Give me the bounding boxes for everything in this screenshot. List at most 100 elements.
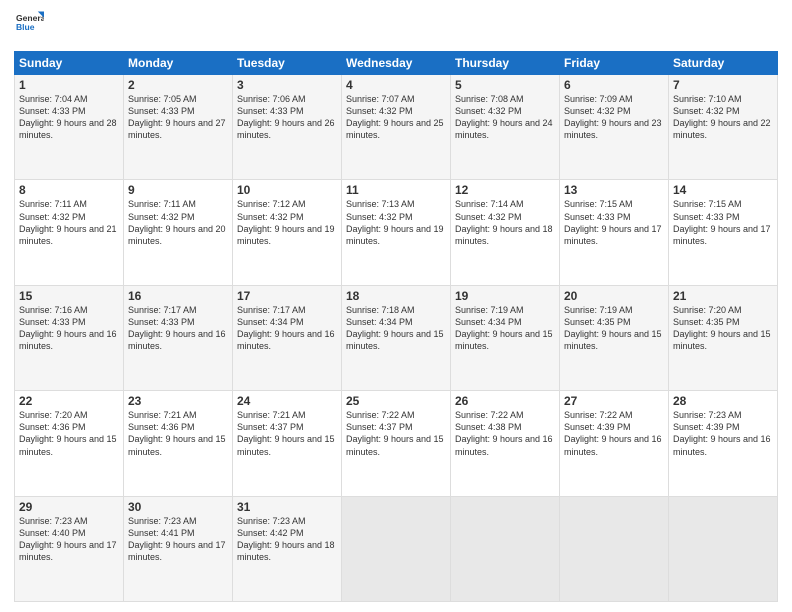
day-number: 4 — [346, 78, 446, 92]
day-info: Sunrise: 7:08 AMSunset: 4:32 PMDaylight:… — [455, 94, 553, 140]
day-number: 12 — [455, 183, 555, 197]
day-number: 22 — [19, 394, 119, 408]
day-info: Sunrise: 7:18 AMSunset: 4:34 PMDaylight:… — [346, 305, 444, 351]
day-number: 2 — [128, 78, 228, 92]
day-number: 23 — [128, 394, 228, 408]
day-header-monday: Monday — [124, 52, 233, 75]
day-info: Sunrise: 7:15 AMSunset: 4:33 PMDaylight:… — [564, 199, 662, 245]
calendar-day: 22 Sunrise: 7:20 AMSunset: 4:36 PMDayligh… — [15, 391, 124, 496]
day-number: 29 — [19, 500, 119, 514]
day-number: 1 — [19, 78, 119, 92]
day-number: 24 — [237, 394, 337, 408]
day-info: Sunrise: 7:10 AMSunset: 4:32 PMDaylight:… — [673, 94, 771, 140]
day-info: Sunrise: 7:12 AMSunset: 4:32 PMDaylight:… — [237, 199, 335, 245]
day-info: Sunrise: 7:19 AMSunset: 4:35 PMDaylight:… — [564, 305, 662, 351]
day-number: 19 — [455, 289, 555, 303]
day-info: Sunrise: 7:07 AMSunset: 4:32 PMDaylight:… — [346, 94, 444, 140]
calendar-day: 11 Sunrise: 7:13 AMSunset: 4:32 PMDayligh… — [342, 180, 451, 285]
day-number: 11 — [346, 183, 446, 197]
day-info: Sunrise: 7:09 AMSunset: 4:32 PMDaylight:… — [564, 94, 662, 140]
day-header-sunday: Sunday — [15, 52, 124, 75]
calendar-day — [451, 496, 560, 601]
calendar-day: 12 Sunrise: 7:14 AMSunset: 4:32 PMDayligh… — [451, 180, 560, 285]
calendar-day: 20 Sunrise: 7:19 AMSunset: 4:35 PMDayligh… — [560, 285, 669, 390]
calendar-day: 15Sunrise: 7:16 AMSunset: 4:33 PMDayligh… — [15, 285, 124, 390]
day-header-friday: Friday — [560, 52, 669, 75]
calendar-day: 9Sunrise: 7:11 AMSunset: 4:32 PMDaylight… — [124, 180, 233, 285]
calendar-week-1: 1 Sunrise: 7:04 AMSunset: 4:33 PMDaylight… — [15, 75, 778, 180]
day-info: Sunrise: 7:14 AMSunset: 4:32 PMDaylight:… — [455, 199, 553, 245]
logo: General Blue — [14, 10, 44, 43]
calendar-day — [669, 496, 778, 601]
day-info: Sunrise: 7:20 AMSunset: 4:35 PMDaylight:… — [673, 305, 771, 351]
day-info: Sunrise: 7:04 AMSunset: 4:33 PMDaylight:… — [19, 94, 117, 140]
calendar-day — [560, 496, 669, 601]
calendar-week-5: 29 Sunrise: 7:23 AMSunset: 4:40 PMDayligh… — [15, 496, 778, 601]
calendar-day: 26Sunrise: 7:22 AMSunset: 4:38 PMDayligh… — [451, 391, 560, 496]
day-info: Sunrise: 7:17 AMSunset: 4:34 PMDaylight:… — [237, 305, 335, 351]
calendar-day: 24 Sunrise: 7:21 AMSunset: 4:37 PMDayligh… — [233, 391, 342, 496]
svg-text:General: General — [16, 13, 44, 23]
calendar-day — [342, 496, 451, 601]
calendar-day: 14Sunrise: 7:15 AMSunset: 4:33 PMDayligh… — [669, 180, 778, 285]
calendar-day: 31Sunrise: 7:23 AMSunset: 4:42 PMDayligh… — [233, 496, 342, 601]
calendar-day: 29 Sunrise: 7:23 AMSunset: 4:40 PMDayligh… — [15, 496, 124, 601]
page-header: General Blue — [14, 10, 778, 43]
day-number: 25 — [346, 394, 446, 408]
day-info: Sunrise: 7:20 AMSunset: 4:36 PMDaylight:… — [19, 410, 117, 456]
calendar-day: 3 Sunrise: 7:06 AMSunset: 4:33 PMDaylight… — [233, 75, 342, 180]
day-info: Sunrise: 7:17 AMSunset: 4:33 PMDaylight:… — [128, 305, 226, 351]
day-info: Sunrise: 7:22 AMSunset: 4:39 PMDaylight:… — [564, 410, 662, 456]
day-number: 10 — [237, 183, 337, 197]
day-number: 27 — [564, 394, 664, 408]
day-info: Sunrise: 7:21 AMSunset: 4:37 PMDaylight:… — [237, 410, 335, 456]
calendar-day: 28 Sunrise: 7:23 AMSunset: 4:39 PMDayligh… — [669, 391, 778, 496]
day-number: 6 — [564, 78, 664, 92]
day-info: Sunrise: 7:22 AMSunset: 4:37 PMDaylight:… — [346, 410, 444, 456]
calendar-day: 21Sunrise: 7:20 AMSunset: 4:35 PMDayligh… — [669, 285, 778, 390]
calendar-week-2: 8 Sunrise: 7:11 AMSunset: 4:32 PMDaylight… — [15, 180, 778, 285]
calendar-day: 5Sunrise: 7:08 AMSunset: 4:32 PMDaylight… — [451, 75, 560, 180]
calendar-day: 18 Sunrise: 7:18 AMSunset: 4:34 PMDayligh… — [342, 285, 451, 390]
day-number: 26 — [455, 394, 555, 408]
day-number: 8 — [19, 183, 119, 197]
day-number: 18 — [346, 289, 446, 303]
day-number: 13 — [564, 183, 664, 197]
calendar-day: 17 Sunrise: 7:17 AMSunset: 4:34 PMDayligh… — [233, 285, 342, 390]
day-header-saturday: Saturday — [669, 52, 778, 75]
day-number: 28 — [673, 394, 773, 408]
day-info: Sunrise: 7:11 AMSunset: 4:32 PMDaylight:… — [128, 199, 226, 245]
day-number: 3 — [237, 78, 337, 92]
calendar-day: 27 Sunrise: 7:22 AMSunset: 4:39 PMDayligh… — [560, 391, 669, 496]
calendar-day: 30Sunrise: 7:23 AMSunset: 4:41 PMDayligh… — [124, 496, 233, 601]
day-number: 17 — [237, 289, 337, 303]
day-info: Sunrise: 7:23 AMSunset: 4:40 PMDaylight:… — [19, 516, 117, 562]
calendar-day: 6 Sunrise: 7:09 AMSunset: 4:32 PMDaylight… — [560, 75, 669, 180]
calendar-day: 19 Sunrise: 7:19 AMSunset: 4:34 PMDayligh… — [451, 285, 560, 390]
day-header-thursday: Thursday — [451, 52, 560, 75]
calendar-day: 23 Sunrise: 7:21 AMSunset: 4:36 PMDayligh… — [124, 391, 233, 496]
day-info: Sunrise: 7:23 AMSunset: 4:39 PMDaylight:… — [673, 410, 771, 456]
day-number: 15 — [19, 289, 119, 303]
day-info: Sunrise: 7:11 AMSunset: 4:32 PMDaylight:… — [19, 199, 117, 245]
calendar-day: 7 Sunrise: 7:10 AMSunset: 4:32 PMDaylight… — [669, 75, 778, 180]
day-number: 20 — [564, 289, 664, 303]
day-info: Sunrise: 7:19 AMSunset: 4:34 PMDaylight:… — [455, 305, 553, 351]
day-header-wednesday: Wednesday — [342, 52, 451, 75]
calendar-day: 13 Sunrise: 7:15 AMSunset: 4:33 PMDayligh… — [560, 180, 669, 285]
day-info: Sunrise: 7:23 AMSunset: 4:42 PMDaylight:… — [237, 516, 335, 562]
calendar-day: 2Sunrise: 7:05 AMSunset: 4:33 PMDaylight… — [124, 75, 233, 180]
day-header-row: SundayMondayTuesdayWednesdayThursdayFrid… — [15, 52, 778, 75]
calendar-day: 10 Sunrise: 7:12 AMSunset: 4:32 PMDayligh… — [233, 180, 342, 285]
day-number: 16 — [128, 289, 228, 303]
day-info: Sunrise: 7:21 AMSunset: 4:36 PMDaylight:… — [128, 410, 226, 456]
svg-text:Blue: Blue — [16, 22, 35, 32]
calendar-day: 8 Sunrise: 7:11 AMSunset: 4:32 PMDaylight… — [15, 180, 124, 285]
day-number: 14 — [673, 183, 773, 197]
calendar-week-3: 15Sunrise: 7:16 AMSunset: 4:33 PMDayligh… — [15, 285, 778, 390]
day-info: Sunrise: 7:06 AMSunset: 4:33 PMDaylight:… — [237, 94, 335, 140]
calendar-day: 25 Sunrise: 7:22 AMSunset: 4:37 PMDayligh… — [342, 391, 451, 496]
day-info: Sunrise: 7:23 AMSunset: 4:41 PMDaylight:… — [128, 516, 226, 562]
day-info: Sunrise: 7:13 AMSunset: 4:32 PMDaylight:… — [346, 199, 444, 245]
day-number: 7 — [673, 78, 773, 92]
